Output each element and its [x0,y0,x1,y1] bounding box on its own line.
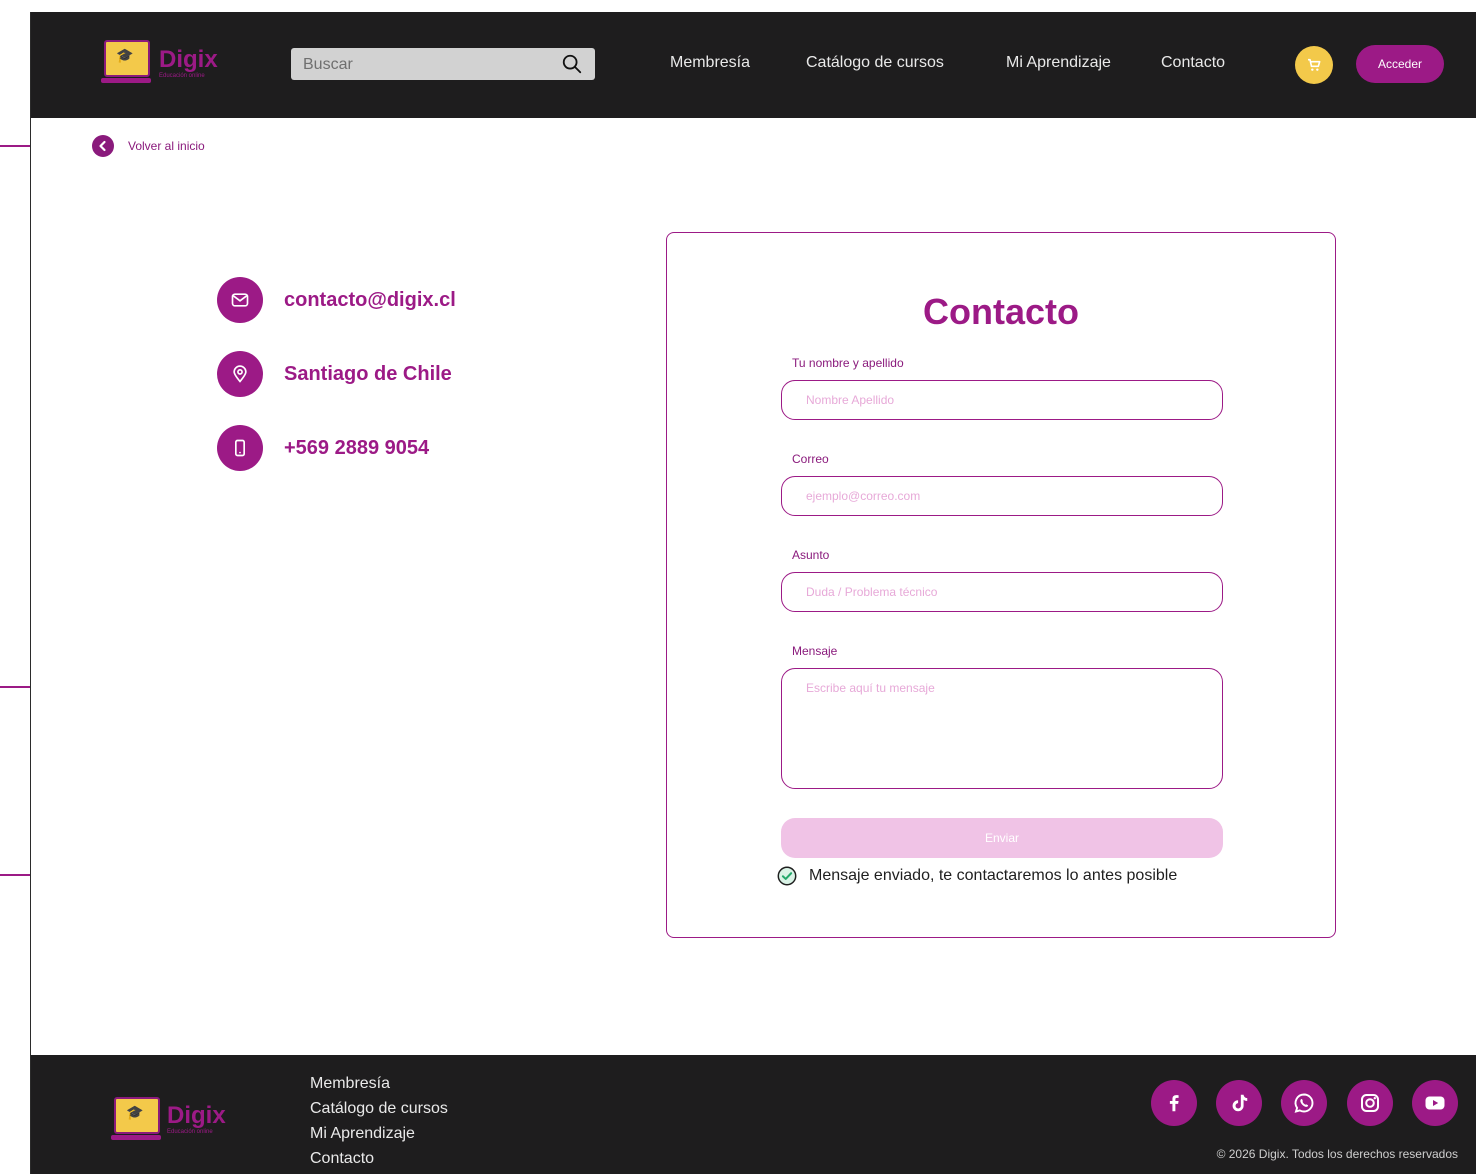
search-icon[interactable] [561,53,583,75]
instagram-icon[interactable] [1347,1080,1393,1126]
mail-icon [217,277,263,323]
footer-link-membresia[interactable]: Membresía [310,1071,448,1096]
phone-icon [217,425,263,471]
search-bar [291,48,595,80]
email-field[interactable] [781,476,1223,516]
footer-link-contacto[interactable]: Contacto [310,1146,448,1171]
location-pin-icon [217,351,263,397]
back-link[interactable]: Volver al inicio [92,135,205,157]
contact-form-card: Contacto Tu nombre y apellido Correo Asu… [666,232,1336,938]
check-circle-icon [777,866,797,886]
contact-email-text: contacto@digix.cl [284,288,456,311]
subject-label: Asunto [792,548,830,562]
whatsapp-icon[interactable] [1281,1080,1327,1126]
success-message: Mensaje enviado, te contactaremos lo ant… [809,867,1178,884]
footer-link-catalogo[interactable]: Catálogo de cursos [310,1096,448,1121]
footer: 🎓 Digix Educación online Membresía Catál… [31,1055,1476,1174]
laptop-logo-icon: 🎓 [101,38,153,90]
brand-tagline: Educación online [159,73,205,79]
contact-email[interactable]: contacto@digix.cl [217,277,456,323]
youtube-icon[interactable] [1412,1080,1458,1126]
message-label: Mensaje [792,644,838,658]
laptop-logo-icon: 🎓 [111,1095,161,1145]
message-field[interactable] [781,668,1223,789]
footer-brand-tagline: Educación online [167,1129,213,1135]
login-button[interactable]: Acceder [1356,45,1444,83]
success-notice: Mensaje enviado, te contactaremos lo ant… [776,865,1177,887]
tiktok-icon[interactable] [1216,1080,1262,1126]
submit-button[interactable]: Enviar [781,818,1223,858]
nav-contacto[interactable]: Contacto [1161,54,1225,72]
copyright-text: © 2026 Digix. Todos los derechos reserva… [1216,1147,1458,1161]
footer-brand-logo[interactable]: 🎓 Digix Educación online [111,1095,226,1145]
chevron-left-icon [92,135,114,157]
brand-logo[interactable]: 🎓 Digix Educación online [101,38,218,90]
contact-phone[interactable]: +569 2889 9054 [217,425,429,471]
email-label: Correo [792,452,829,466]
footer-links: Membresía Catálogo de cursos Mi Aprendiz… [310,1071,448,1171]
footer-link-mi-aprendizaje[interactable]: Mi Aprendizaje [310,1121,448,1146]
contact-location: Santiago de Chile [217,351,452,397]
cart-button[interactable] [1295,46,1333,84]
subject-field[interactable] [781,572,1223,612]
nav-catalogo[interactable]: Catálogo de cursos [806,54,944,72]
search-input[interactable] [301,52,545,78]
form-title: Contacto [923,291,1079,332]
page-frame: 🎓 Digix Educación online Membresía Catál… [30,12,1476,1174]
nav-membresia[interactable]: Membresía [670,54,750,72]
cart-icon [1308,58,1321,71]
contact-phone-text: +569 2889 9054 [284,436,430,459]
back-link-label: Volver al inicio [128,139,205,153]
name-label: Tu nombre y apellido [792,356,904,370]
facebook-icon[interactable] [1151,1080,1197,1126]
name-field[interactable] [781,380,1223,420]
contact-location-text: Santiago de Chile [284,362,452,385]
top-navbar: 🎓 Digix Educación online Membresía Catál… [31,12,1476,118]
nav-mi-aprendizaje[interactable]: Mi Aprendizaje [1006,54,1111,72]
footer-brand-name: Digix [167,1102,226,1129]
brand-name: Digix [159,46,218,73]
